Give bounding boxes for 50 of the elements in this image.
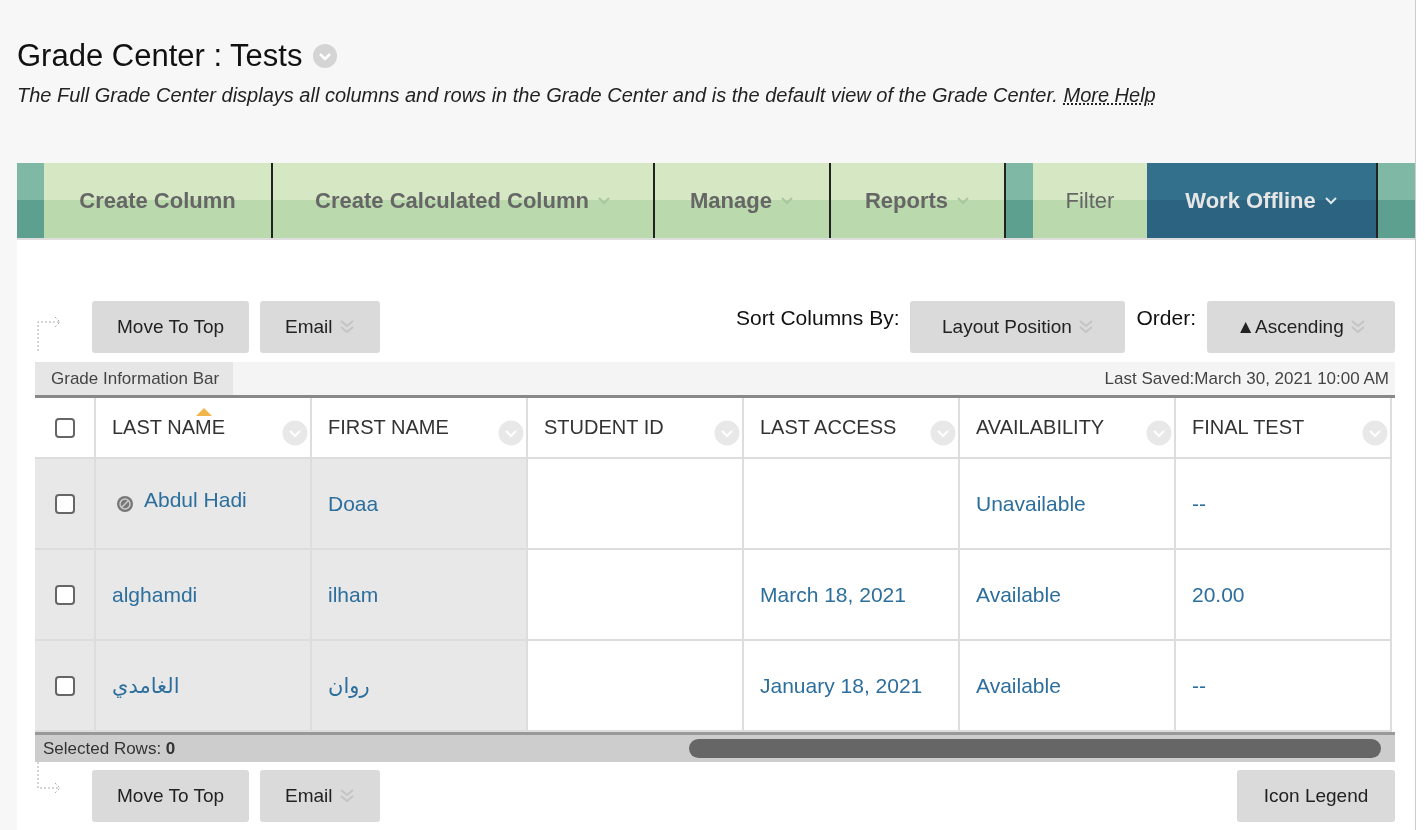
column-header[interactable]: LAST ACCESS	[744, 398, 960, 459]
table-cell-link[interactable]: Available	[976, 582, 1061, 607]
help-link[interactable]: More Help	[1063, 84, 1156, 106]
toolbar-button[interactable]: Email	[260, 770, 380, 822]
icon-legend-button[interactable]: Icon Legend	[1237, 770, 1395, 822]
chevron-down-icon[interactable]	[312, 43, 339, 69]
sort-dropdown[interactable]: Layout Position	[910, 301, 1126, 353]
caret-icon	[956, 195, 971, 206]
action-bar-button[interactable]: Work Offline	[1147, 163, 1378, 238]
order-label: Order:	[1136, 306, 1196, 330]
table-cell-link[interactable]: --	[1192, 491, 1206, 516]
select-all-checkbox[interactable]	[54, 417, 75, 438]
row-checkbox[interactable]	[54, 493, 75, 514]
page-title: Grade Center : Tests	[17, 38, 303, 74]
table-cell-link[interactable]: Available	[976, 673, 1061, 698]
action-bar-button[interactable]: Reports	[831, 163, 1006, 238]
table-cell-link[interactable]: January 18, 2021	[760, 673, 923, 698]
unavailable-icon	[116, 494, 134, 513]
column-header[interactable]: AVAILABILITY	[960, 398, 1176, 459]
toolbar-button[interactable]: Email	[260, 301, 380, 353]
row-checkbox[interactable]	[54, 675, 75, 696]
table-cell-link[interactable]: روان	[328, 673, 370, 698]
toolbar-button[interactable]: Move To Top	[92, 301, 250, 353]
last-saved-text: Last Saved:March 30, 2021 10:00 AM	[1104, 368, 1390, 389]
scrollbar-thumb[interactable]	[689, 739, 1381, 758]
action-bar-button[interactable]: Filter	[1033, 163, 1147, 238]
table-cell-link[interactable]: ilham	[328, 582, 379, 607]
column-header[interactable]: STUDENT ID	[528, 398, 744, 459]
table-cell-link[interactable]: Unavailable	[976, 491, 1086, 516]
table-cell-link[interactable]: 20.00	[1192, 582, 1245, 607]
page-description: The Full Grade Center displays all columns and rows in the Grade Center and is the default view of the Grade Center.	[17, 84, 1058, 106]
action-bar-button[interactable]: Create Calculated Column	[273, 163, 655, 238]
order-dropdown[interactable]: ▲Ascending	[1207, 301, 1395, 353]
table-cell-link[interactable]: --	[1192, 673, 1206, 698]
caret-icon	[596, 195, 611, 206]
column-header[interactable]: FINAL TEST	[1176, 398, 1392, 459]
selected-rows-count: Selected Rows: 0	[43, 738, 176, 759]
info-bar-tab[interactable]: Grade Information Bar	[35, 362, 234, 395]
row-checkbox[interactable]	[54, 584, 75, 605]
action-bar-button[interactable]: Manage	[655, 163, 831, 238]
table-cell-link[interactable]: Doaa	[328, 491, 379, 516]
table-cell-link[interactable]: March 18, 2021	[760, 582, 906, 607]
table-cell-link[interactable]: Abdul Hadi	[144, 487, 247, 512]
caret-icon	[1323, 195, 1338, 206]
sort-label: Sort Columns By:	[736, 306, 900, 330]
action-bar-button[interactable]: Create Column	[44, 163, 273, 238]
table-cell-link[interactable]: الغامدي	[112, 673, 180, 698]
table-cell-link[interactable]: alghamdi	[112, 582, 198, 607]
caret-icon	[779, 195, 794, 206]
toolbar-button[interactable]: Move To Top	[92, 770, 250, 822]
